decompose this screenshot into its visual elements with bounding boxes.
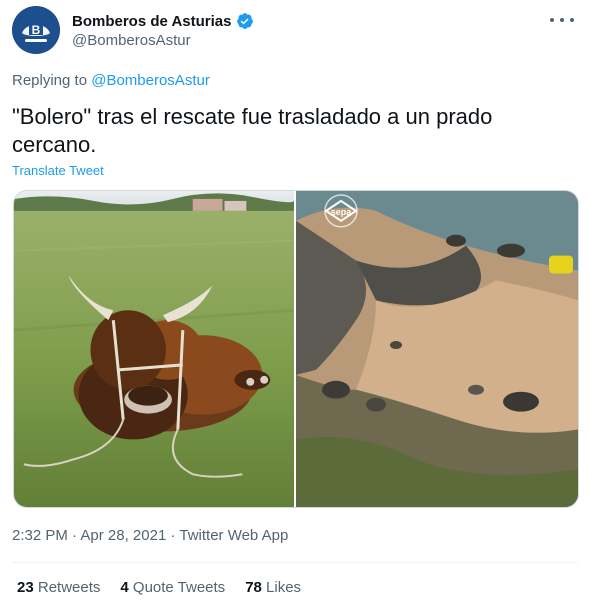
- replying-prefix: Replying to: [12, 72, 92, 89]
- name-row: Bomberos de Asturias: [72, 10, 254, 32]
- tweet-date[interactable]: Apr 28, 2021: [80, 527, 166, 544]
- tweet-time[interactable]: 2:32 PM: [12, 527, 68, 544]
- tweet-text: "Bolero" tras el rescate fue trasladado …: [12, 104, 493, 157]
- separator: ·: [67, 527, 81, 544]
- engagement-stats: 23 Retweets 4 Quote Tweets 78 Likes: [17, 579, 301, 596]
- bomberos-logo-icon: B: [12, 6, 60, 54]
- replying-to: Replying to @BomberosAstur: [12, 72, 210, 89]
- dot: [560, 18, 564, 22]
- dot: [550, 18, 554, 22]
- divider: [12, 562, 578, 563]
- verified-badge-icon: [236, 13, 253, 29]
- avatar[interactable]: B: [12, 6, 60, 54]
- likes-stat[interactable]: 78 Likes: [245, 579, 301, 596]
- quotes-count: 4: [120, 579, 129, 596]
- svg-text:B: B: [32, 23, 41, 37]
- retweets-stat[interactable]: 23 Retweets: [17, 579, 100, 596]
- bull-in-meadow-photo-icon: [14, 191, 294, 507]
- retweets-count: 23: [17, 579, 34, 596]
- likes-label: Likes: [261, 579, 302, 596]
- likes-count: 78: [245, 579, 262, 596]
- more-options-icon[interactable]: [550, 12, 574, 28]
- tweet-timestamp: 2:32 PM · Apr 28, 2021 · Twitter Web App: [12, 527, 288, 544]
- separator: ·: [166, 527, 180, 544]
- photo-bull[interactable]: [14, 191, 296, 507]
- quote-tweets-stat[interactable]: 4 Quote Tweets: [120, 579, 225, 596]
- retweets-label: Retweets: [33, 579, 101, 596]
- rocky-beach-photo-icon: sepa: [296, 191, 578, 507]
- sepa-watermark: sepa: [331, 207, 353, 217]
- dot: [570, 18, 574, 22]
- translate-tweet-link[interactable]: Translate Tweet: [12, 163, 104, 178]
- reply-handle-link[interactable]: @BomberosAstur: [91, 72, 210, 89]
- media-grid: sepa: [13, 190, 579, 508]
- display-name[interactable]: Bomberos de Asturias: [72, 13, 232, 30]
- photo-beach[interactable]: sepa: [296, 191, 578, 507]
- source-app[interactable]: Twitter Web App: [179, 527, 288, 544]
- quotes-label: Quote Tweets: [128, 579, 226, 596]
- tweet-header: B Bomberos de Asturias @BomberosAstur: [12, 6, 578, 54]
- user-handle[interactable]: @BomberosAstur: [72, 32, 191, 49]
